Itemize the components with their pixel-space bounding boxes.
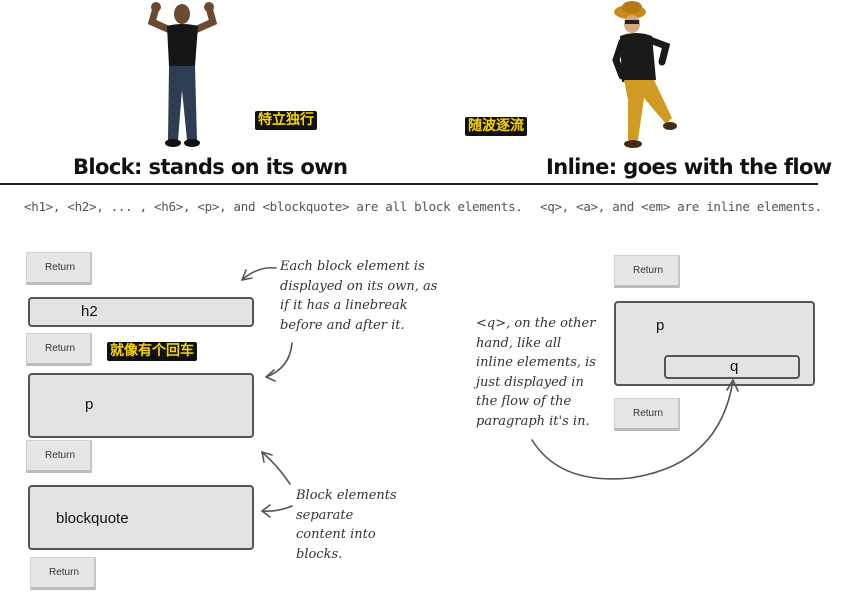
- annotation-arrows: [241, 266, 739, 518]
- arrow-to-p-box: [265, 342, 293, 378]
- arrow-to-return-key: [241, 266, 277, 281]
- arrow-to-middle-return: [261, 451, 291, 485]
- arrow-to-q-box: [531, 379, 734, 480]
